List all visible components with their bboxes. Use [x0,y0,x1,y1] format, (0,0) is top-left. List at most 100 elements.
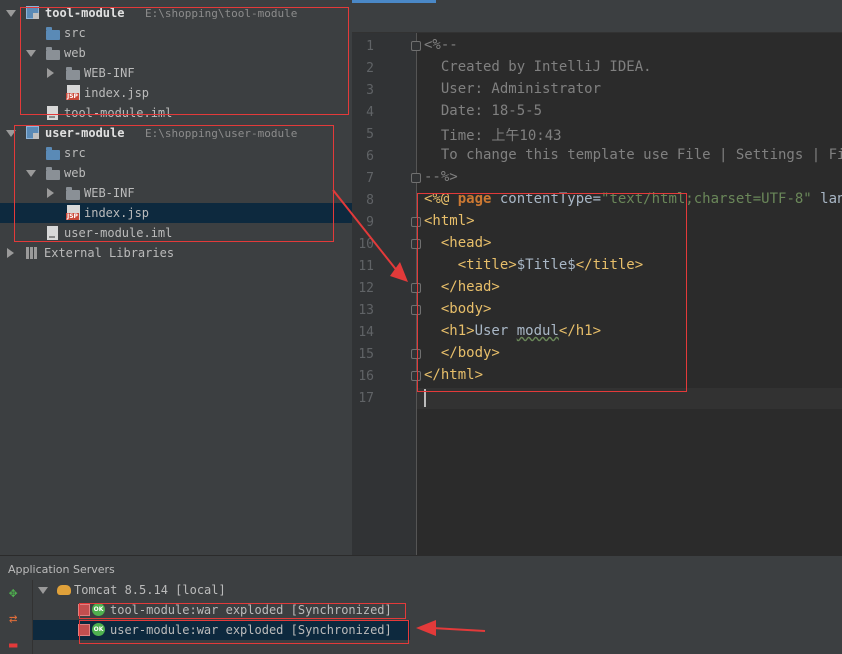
iml-file-icon [47,106,58,120]
tree-node-src[interactable]: src [0,23,352,43]
chevron-down-icon[interactable] [26,50,36,57]
update-icon[interactable]: ✥ [9,586,17,600]
code-line-3: User: Administrator [424,81,602,97]
tree-node-web-inf[interactable]: WEB-INF [0,183,352,203]
directive-keyword: page [457,191,492,207]
chevron-right-icon[interactable] [47,68,54,78]
tree-node-tool-module[interactable]: tool-module E:\shopping\tool-module [0,3,352,23]
tree-node-index-jsp-selected[interactable]: index.jsp [0,203,352,223]
line-number: 13 [358,303,374,318]
fold-marker-icon[interactable] [411,349,421,359]
server-node-tomcat[interactable]: Tomcat 8.5.14 [local] [33,580,842,600]
folder-icon [46,47,60,60]
chevron-down-icon[interactable] [38,587,48,594]
folder-icon [66,67,80,80]
artifact-label: tool-module:war exploded [Synchronized] [110,603,392,617]
tree-node-web-inf[interactable]: WEB-INF [0,63,352,83]
folder-label: WEB-INF [84,66,135,80]
code-line-13: <body> [424,301,492,317]
fold-marker-icon[interactable] [411,371,421,381]
tree-node-src[interactable]: src [0,143,352,163]
code-line-6: To change this template use File | Setti… [424,147,842,163]
artifact-icon [78,604,90,616]
folder-label: WEB-INF [84,186,135,200]
code-line-16: </html> [424,367,484,383]
title-open-tag: <title> [424,257,517,273]
folder-icon [66,187,80,200]
module-icon [26,6,39,19]
line-number: 6 [366,149,374,164]
module-path: E:\shopping\tool-module [145,7,298,20]
folder-icon [46,167,60,180]
jsp-file-icon [66,85,80,100]
fold-marker-icon[interactable] [411,173,421,183]
tree-node-user-module[interactable]: user-module E:\shopping\user-module [0,123,352,143]
fold-marker-icon[interactable] [411,283,421,293]
folder-label: web [64,46,86,60]
artifact-label: user-module:war exploded [Synchronized] [110,623,392,637]
line-number: 15 [358,347,374,362]
jsp-file-icon [66,205,80,220]
line-number: 4 [366,105,374,120]
folder-label: src [64,26,86,40]
active-tab-indicator [352,0,436,3]
tree-label: External Libraries [44,246,175,260]
code-line-11: <title>$Title$</title> [424,257,643,273]
code-line-12: </head> [424,279,500,295]
fold-marker-icon[interactable] [411,217,421,227]
directive-attr: contentType= [491,191,602,207]
library-icon [26,247,29,259]
fold-marker-icon[interactable] [411,305,421,315]
title-text: $Title$ [516,257,576,273]
fold-marker-icon[interactable] [411,239,421,249]
tree-node-external-libraries[interactable]: External Libraries [0,243,352,263]
folder-icon [46,27,60,40]
tree-node-web[interactable]: web [0,163,352,183]
module-path: E:\shopping\user-module [145,127,298,140]
code-line-4: Date: 18-5-5 [424,103,543,119]
code-line-9: <html> [424,213,475,229]
line-number: 11 [358,259,374,274]
redeploy-icon[interactable]: ⇄ [9,612,17,626]
directive-open: <%@ [424,191,458,207]
module-name: user-module [45,126,125,140]
code-line-14: <h1>User modul</h1> [424,323,601,339]
tomcat-icon [57,583,71,595]
directive-rest: langu [820,191,842,207]
tree-node-index-jsp[interactable]: index.jsp [0,83,352,103]
line-number: 16 [358,369,374,384]
chevron-down-icon[interactable] [6,10,16,17]
h1-text-typo: modul [516,323,559,339]
module-name: tool-module [45,6,125,20]
artifact-icon [78,624,90,636]
line-number: 5 [366,127,374,142]
code-line-15: </body> [424,345,500,361]
status-ok-icon: OK [92,623,105,636]
tree-node-iml[interactable]: tool-module.iml [0,103,352,123]
chevron-down-icon[interactable] [6,130,16,137]
line-number: 10 [358,237,374,252]
folder-label: src [64,146,86,160]
code-line-5: Time: 上午10:43 [424,128,562,144]
artifact-row-selected[interactable]: OK user-module:war exploded [Synchronize… [33,620,410,640]
fold-marker-icon[interactable] [411,41,421,51]
server-label: Tomcat 8.5.14 [local] [74,583,226,597]
tree-node-web[interactable]: web [0,43,352,63]
file-label: tool-module.iml [64,106,173,120]
file-label: index.jsp [84,86,150,100]
chevron-right-icon[interactable] [47,188,54,198]
file-label: user-module.iml [64,226,173,240]
title-close-tag: </title> [575,257,644,273]
folder-label: web [64,166,86,180]
current-line-highlight [417,388,842,409]
chevron-down-icon[interactable] [26,170,36,177]
iml-file-icon [47,226,58,240]
line-number: 3 [366,83,374,98]
h1-close-tag: </h1> [558,323,602,339]
remove-icon[interactable]: ▬ [9,638,17,652]
line-number: 9 [366,215,374,230]
code-line-2: Created by IntelliJ IDEA. [424,59,652,75]
artifact-row[interactable]: OK tool-module:war exploded [Synchronize… [33,600,842,620]
chevron-right-icon[interactable] [7,248,14,258]
tree-node-iml[interactable]: user-module.iml [0,223,352,243]
